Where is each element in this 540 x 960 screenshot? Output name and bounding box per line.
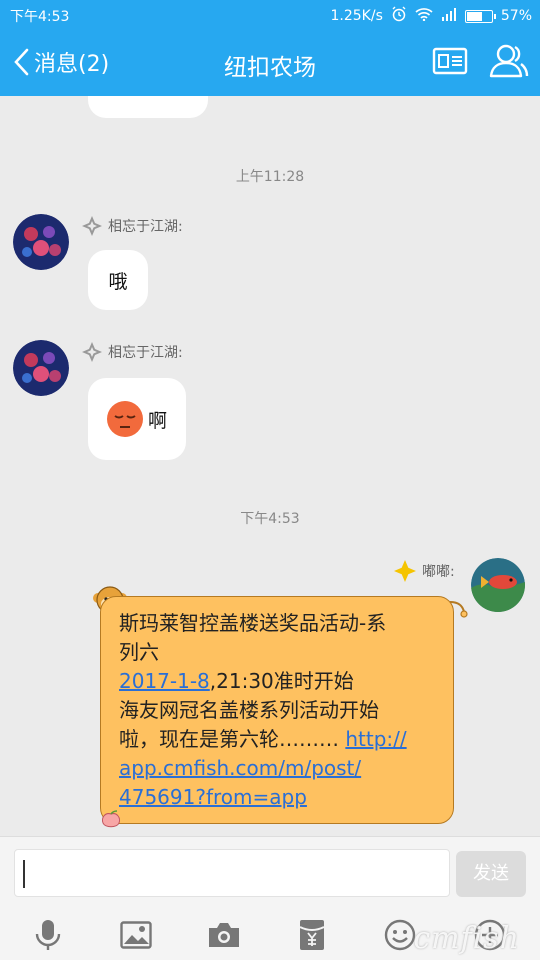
id-card-icon [432, 47, 468, 75]
avatar[interactable] [13, 340, 69, 396]
post-line: 斯玛莱智控盖楼送奖品活动-系 [119, 611, 387, 635]
timestamp: 下午4:53 [240, 511, 300, 527]
image-icon [120, 921, 152, 949]
post-line: app.cmfish.com/m/post/ [119, 754, 439, 783]
input-bar: 发送 cmfish [0, 836, 540, 960]
chevron-left-icon [14, 48, 29, 76]
post-line: 列六 [119, 640, 159, 664]
message-text: 啊 [148, 409, 168, 432]
sparkle-icon [82, 216, 102, 236]
sender-name: 相忘于江湖: [82, 342, 183, 362]
message-input[interactable] [14, 849, 450, 897]
post-line: 海友网冠名盖楼系列活动开始 [119, 698, 379, 722]
message-bubble[interactable]: 啊 [88, 378, 186, 460]
post-url-link[interactable]: http:// [345, 727, 406, 751]
back-label: 消息(2) [34, 52, 110, 77]
image-button[interactable] [116, 915, 156, 955]
timestamp: 上午11:28 [235, 169, 305, 185]
battery-icon [464, 9, 496, 23]
sleepy-face-emoji-icon [107, 401, 143, 437]
signal-icon [441, 7, 457, 25]
post-line: 2017-1-8,21:30准时开始 [119, 669, 354, 693]
status-time: 下午4:53 [10, 9, 70, 25]
sparkle-icon [82, 342, 102, 362]
alarm-icon [391, 6, 407, 26]
avatar[interactable] [13, 214, 69, 270]
message-text: 哦 [108, 270, 128, 293]
microphone-icon [35, 920, 61, 950]
people-icon [489, 44, 529, 78]
post-url-link[interactable]: 475691?from=app [119, 785, 307, 809]
status-bar: 下午4:53 1.25K/s 57% [0, 0, 540, 30]
peach-icon [100, 810, 122, 834]
red-packet-icon [299, 920, 325, 950]
sender-name: 相忘于江湖: [82, 216, 183, 236]
red-packet-button[interactable] [292, 915, 332, 955]
message-bubble-partial[interactable] [88, 96, 208, 118]
wifi-icon [415, 7, 433, 25]
send-button[interactable]: 发送 [456, 851, 526, 897]
network-speed: 1.25K/s [330, 8, 383, 24]
back-button[interactable]: 消息(2) [12, 44, 109, 80]
post-line: 475691?from=app [119, 783, 439, 812]
status-icons: 1.25K/s 57% [330, 6, 532, 26]
watermark: cmfish [413, 921, 520, 956]
voice-button[interactable] [28, 915, 68, 955]
text-caret [23, 860, 25, 888]
post-url-link[interactable]: app.cmfish.com/m/post/ [119, 756, 361, 780]
chat-area[interactable]: 上午11:28 相忘于江湖: 哦 相忘于江湖: 啊 下午4:53 嘟嘟: 斯玛莱… [0, 96, 540, 836]
date-link[interactable]: 2017-1-8 [119, 669, 210, 693]
avatar[interactable] [471, 558, 525, 612]
group-members-button[interactable] [488, 42, 530, 84]
sparkle-icon [394, 560, 416, 582]
battery-percent: 57% [500, 8, 532, 24]
title-bar: 消息(2) 纽扣农场 [0, 30, 540, 96]
message-bubble[interactable]: 哦 [88, 250, 148, 310]
camera-button[interactable] [204, 915, 244, 955]
sender-name: 嘟嘟: [394, 560, 455, 582]
post-line: 啦，现在是第六轮……… http:// [119, 727, 407, 751]
camera-icon [209, 923, 239, 947]
shared-post-bubble[interactable]: 斯玛莱智控盖楼送奖品活动-系 列六 2017-1-8,21:30准时开始 海友网… [100, 596, 454, 824]
smiley-icon [384, 919, 416, 951]
group-profile-button[interactable] [432, 47, 468, 79]
